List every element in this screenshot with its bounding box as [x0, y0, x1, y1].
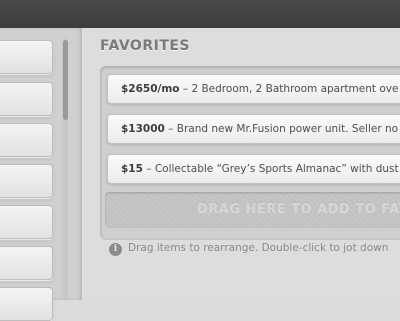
favorite-item[interactable]: $15 – Collectable “Grey’s Sports Almanac… [107, 154, 400, 184]
favorite-item-description: – 2 Bedroom, 2 Bathroom apartment ove [179, 83, 399, 95]
sidebar-item[interactable] [0, 246, 53, 280]
favorite-item-description: – Brand new Mr.Fusion power unit. Seller… [164, 123, 399, 135]
favorite-item[interactable]: $2650/mo – 2 Bedroom, 2 Bathroom apartme… [107, 74, 400, 104]
info-icon: i [109, 243, 122, 256]
sidebar-item[interactable] [0, 82, 53, 116]
sidebar-item[interactable] [0, 287, 53, 321]
favorite-item-price: $2650/mo [121, 83, 180, 95]
sidebar-item[interactable] [0, 40, 53, 74]
sidebar-item[interactable] [0, 164, 53, 198]
favorite-item-price: $13000 [121, 123, 165, 135]
favorites-drop-zone[interactable]: DRAG HERE TO ADD TO FAV [105, 192, 400, 228]
favorite-item[interactable]: $13000 – Brand new Mr.Fusion power unit.… [107, 114, 400, 144]
sidebar-scrollbar-thumb[interactable] [63, 40, 68, 120]
favorite-item-description: – Collectable “Grey’s Sports Almanac” wi… [142, 163, 399, 175]
sidebar-item[interactable] [0, 123, 53, 157]
favorites-title: FAVORITES [100, 38, 191, 54]
top-bar [0, 0, 400, 28]
favorite-item-price: $15 [121, 163, 143, 175]
hint-text: Drag items to rearrange. Double-click to… [128, 242, 389, 254]
sidebar-item[interactable] [0, 205, 53, 239]
